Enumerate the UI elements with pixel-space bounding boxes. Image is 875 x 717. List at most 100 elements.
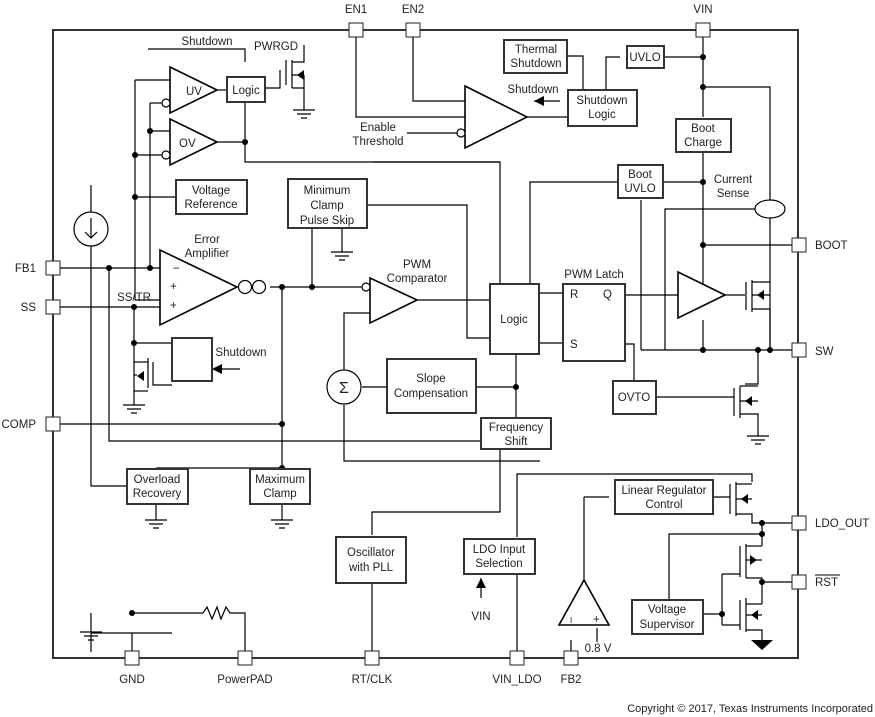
sigma-label: Σ [339, 380, 349, 397]
plus-label: + [170, 281, 177, 293]
svg-text:Shutdown: Shutdown [576, 95, 627, 107]
block-uvlo: UVLO [626, 45, 665, 69]
svg-text:Clamp: Clamp [263, 488, 296, 500]
pin-fb1: FB1 [15, 260, 61, 276]
svg-text:Reference: Reference [184, 199, 237, 211]
svg-text:Minimum: Minimum [304, 185, 351, 197]
svg-text:RST: RST [815, 577, 838, 589]
block-frequency-shift: Frequency Shift [480, 417, 552, 450]
svg-text:Boot: Boot [691, 123, 715, 135]
pin-rst: RST [791, 574, 840, 590]
block-voltage-reference: Voltage Reference [175, 179, 248, 215]
block-ovto: OVTO [612, 380, 657, 415]
svg-text:Voltage: Voltage [648, 604, 686, 616]
svg-text:LDO_OUT: LDO_OUT [815, 518, 869, 530]
svg-text:RT/CLK: RT/CLK [352, 674, 393, 686]
svg-text:Recovery: Recovery [133, 488, 182, 500]
pin-en1: EN1 [345, 4, 367, 38]
svg-text:Control: Control [645, 499, 682, 511]
svg-text:Oscillator: Oscillator [347, 547, 395, 559]
block-voltage-supervisor: Voltage Supervisor [631, 599, 704, 635]
plus-label: + [170, 300, 177, 312]
vin-label: VIN [471, 611, 490, 623]
svg-text:UVLO: UVLO [624, 183, 655, 195]
summing-node: Σ [326, 369, 362, 405]
block-min-clamp: Minimum Clamp Pulse Skip [287, 178, 368, 229]
uv-comparator: UV [161, 65, 219, 115]
pin-ldo-out: LDO_OUT [791, 515, 869, 531]
pin-en2: EN2 [402, 4, 424, 38]
svg-text:Logic: Logic [588, 109, 616, 121]
pin-fb2: FB2 [560, 650, 582, 686]
svg-text:R: R [570, 289, 578, 301]
block-logic-pg: Logic [226, 76, 266, 103]
pin-comp: COMP [2, 416, 61, 432]
pin-vin: VIN [693, 4, 713, 38]
current-source-icon [73, 211, 109, 247]
ground-icon [293, 109, 315, 119]
svg-text:UVLO: UVLO [629, 52, 660, 64]
block-shutdown-logic: Shutdown Logic [567, 89, 638, 127]
svg-text:PWM Latch: PWM Latch [564, 269, 623, 281]
error-amp-label: Amplifier [185, 248, 230, 260]
svg-text:FB1: FB1 [15, 263, 36, 275]
svg-text:Logic: Logic [232, 85, 260, 97]
svg-text:FB2: FB2 [560, 674, 581, 686]
block-maximum-clamp: Maximum Clamp [249, 468, 311, 505]
block-linear-regulator: Linear Regulator Control [614, 479, 714, 515]
shutdown-arrow-icon [212, 364, 222, 374]
reference-voltage-label: 0.8 V [585, 643, 612, 655]
minus-label: − [173, 263, 180, 275]
current-sense-label: Current [714, 174, 753, 186]
svg-text:SW: SW [815, 346, 834, 358]
fet-arrow-icon [297, 70, 304, 80]
ground-icon [271, 519, 293, 529]
block-boot-uvlo: Boot UVLO [617, 164, 664, 199]
block-pwm-latch: PWM Latch R Q S [562, 269, 626, 362]
error-amp-label: Error [194, 234, 220, 246]
copyright-notice: Copyright © 2017, Texas Instruments Inco… [627, 703, 873, 715]
fet-arrow-icon [750, 555, 757, 565]
current-sense-icon [754, 199, 786, 219]
current-sense-label: Sense [717, 188, 750, 200]
svg-text:VIN: VIN [693, 4, 712, 16]
uv-label: UV [186, 86, 202, 98]
minus-label: I [570, 616, 572, 625]
svg-text:EN1: EN1 [345, 4, 367, 16]
svg-text:Selection: Selection [475, 558, 522, 570]
svg-text:Shutdown: Shutdown [510, 58, 561, 70]
shutdown-arrow-icon [534, 96, 544, 106]
pin-boot: BOOT [791, 237, 848, 253]
pin-powerpad: PowerPAD [217, 650, 273, 686]
svg-text:Shift: Shift [504, 436, 528, 448]
fet-arrow-icon [137, 371, 144, 381]
error-amplifier: − + + [159, 248, 267, 327]
pin-ss: SS [21, 299, 61, 315]
enable-threshold-label: Enable [360, 122, 396, 134]
vin-arrow-icon [476, 578, 486, 588]
svg-text:Pulse Skip: Pulse Skip [300, 215, 354, 227]
svg-text:Charge: Charge [684, 137, 722, 149]
ground-filled-icon [751, 640, 773, 650]
ground-icon [331, 251, 353, 261]
block-ss-shutdown [171, 337, 213, 382]
svg-text:Slope: Slope [416, 373, 445, 385]
gate-driver [677, 270, 727, 320]
svg-text:S: S [570, 339, 578, 351]
pwrgd-label: PWRGD [254, 41, 298, 53]
fet-arrow-icon [757, 290, 764, 300]
block-logic-main: Logic [489, 283, 540, 355]
pin-rt-clk: RT/CLK [352, 650, 393, 686]
block-oscillator: Oscillator with PLL [335, 536, 407, 584]
svg-text:with PLL: with PLL [348, 562, 394, 574]
fet-arrow-icon [741, 494, 748, 504]
svg-text:Supervisor: Supervisor [640, 619, 695, 631]
svg-text:EN2: EN2 [402, 4, 424, 16]
ov-comparator: OV [161, 117, 219, 167]
block-slope-compensation: Slope Compensation [386, 358, 477, 414]
svg-text:GND: GND [119, 674, 145, 686]
svg-text:Boot: Boot [628, 169, 652, 181]
pin-vin-ldo: VIN_LDO [492, 650, 542, 686]
block-overload-recovery: Overload Recovery [126, 468, 189, 505]
shutdown-label: Shutdown [507, 84, 558, 96]
